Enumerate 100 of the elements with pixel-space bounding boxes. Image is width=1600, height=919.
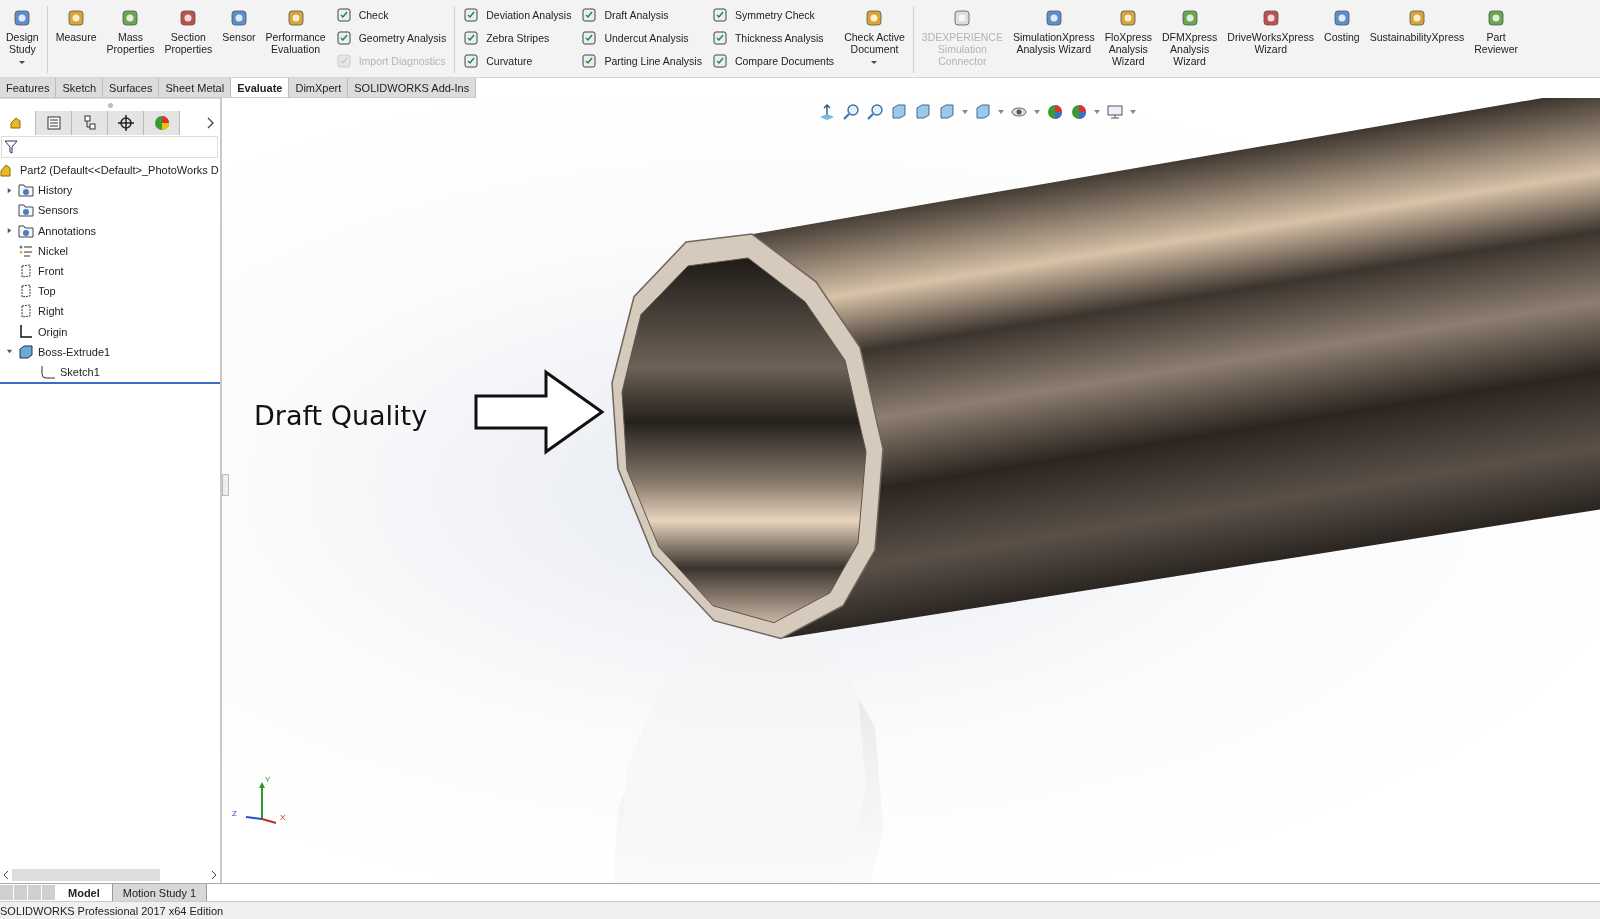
tool-icon xyxy=(1043,8,1064,28)
tree-item[interactable]: Nickel xyxy=(38,244,68,257)
model-tab[interactable]: Motion Study 1 xyxy=(112,884,208,901)
view-tool-icon xyxy=(938,103,956,121)
view-tool-button[interactable] xyxy=(1106,102,1136,122)
tree-item[interactable]: History xyxy=(38,184,73,197)
folder-icon xyxy=(18,182,34,199)
ribbon-button[interactable]: Measure xyxy=(51,2,101,45)
view-tool-button[interactable] xyxy=(1046,102,1064,122)
folder-icon xyxy=(18,202,34,219)
sketch-icon xyxy=(40,363,56,380)
view-tool-button[interactable] xyxy=(974,102,1004,122)
ribbon-button[interactable]: Part Reviewer xyxy=(1470,2,1522,57)
tool-icon xyxy=(711,53,728,69)
tool-icon xyxy=(1260,8,1281,28)
tree-item[interactable]: Origin xyxy=(38,325,68,338)
tool-icon xyxy=(1118,8,1139,28)
view-tool-icon xyxy=(974,103,992,121)
filter-field[interactable] xyxy=(1,136,218,158)
ribbon-button[interactable]: Costing xyxy=(1320,2,1364,45)
plane-icon xyxy=(18,303,34,320)
origin-icon xyxy=(18,323,34,340)
ribbon-button[interactable]: DriveWorksXpress Wizard xyxy=(1223,2,1319,57)
view-tool-icon xyxy=(842,103,860,121)
ribbon-button[interactable]: Compare Documents xyxy=(711,52,835,70)
view-tool-button[interactable] xyxy=(818,102,836,122)
view-tool-icon xyxy=(1046,103,1064,121)
tree-item[interactable]: Sketch1 xyxy=(60,365,100,378)
chevron-right-icon[interactable] xyxy=(206,117,214,129)
view-tool-button[interactable] xyxy=(938,102,968,122)
ribbon-button[interactable]: Check xyxy=(335,6,447,24)
ribbon-button[interactable]: Mass Properties xyxy=(102,2,159,57)
tool-icon xyxy=(178,8,199,28)
ribbon-button[interactable]: Draft Analysis xyxy=(581,6,702,24)
list-icon xyxy=(44,114,63,132)
tree-item[interactable]: Part2 (Default<<Default>_PhotoWorks D xyxy=(20,164,219,177)
plane-icon xyxy=(18,263,34,280)
ribbon-button[interactable]: SustainabilityXpress xyxy=(1365,2,1469,45)
ribbon-button[interactable]: FloXpress Analysis Wizard xyxy=(1100,2,1156,69)
tool-icon xyxy=(1179,8,1200,28)
tree-item[interactable]: Boss-Extrude1 xyxy=(38,345,111,358)
tree-item[interactable]: Top xyxy=(38,285,56,298)
view-tool-icon xyxy=(866,103,884,121)
plane-icon xyxy=(18,283,34,300)
caret-icon xyxy=(1034,110,1040,114)
axis-triad-drawing: Y Z X xyxy=(232,775,287,826)
tool-icon xyxy=(581,53,598,69)
ribbon-button[interactable]: DFMXpress Analysis Wizard xyxy=(1157,2,1222,69)
ribbon-button[interactable]: Performance Evaluation xyxy=(261,2,330,57)
tool-icon xyxy=(335,53,352,69)
ribbon-button[interactable]: Undercut Analysis xyxy=(581,29,702,47)
ribbon-button[interactable]: SimulationXpress Analysis Wizard xyxy=(1008,2,1099,57)
ribbon-button[interactable]: Thickness Analysis xyxy=(711,29,835,47)
caret-icon xyxy=(18,60,27,65)
annotation-text: Draft Quality xyxy=(254,400,428,431)
tree-item[interactable]: Right xyxy=(38,305,64,318)
tool-icon xyxy=(581,30,598,46)
expand-icon[interactable] xyxy=(5,186,13,194)
tool-icon xyxy=(711,30,728,46)
tool-icon xyxy=(335,7,352,23)
command-tab[interactable]: Evaluate xyxy=(231,78,290,97)
ribbon-button[interactable]: Zebra Stripes xyxy=(463,29,572,47)
ribbon-button[interactable]: Geometry Analysis xyxy=(335,29,447,47)
ribbon-button[interactable]: Symmetry Check xyxy=(711,6,835,24)
expand-icon[interactable] xyxy=(5,227,13,235)
scroll-left-icon[interactable] xyxy=(3,870,9,880)
tool-icon xyxy=(335,30,352,46)
tree-item[interactable]: Annotations xyxy=(38,224,97,237)
view-tool-icon xyxy=(1106,103,1124,121)
tool-icon xyxy=(463,30,480,46)
panel-sash-handle[interactable] xyxy=(222,474,229,496)
tool-icon xyxy=(711,7,728,23)
tree-item[interactable]: Sensors xyxy=(38,204,79,217)
extrude-icon xyxy=(18,343,34,360)
collapse-icon[interactable] xyxy=(5,348,13,356)
color-wheel-icon xyxy=(152,114,171,132)
ribbon-button[interactable]: Check Active Document xyxy=(840,2,909,67)
tool-icon xyxy=(1331,8,1352,28)
grip-icon[interactable] xyxy=(107,102,113,108)
tool-icon xyxy=(581,7,598,23)
ribbon-button[interactable]: Deviation Analysis xyxy=(463,6,572,24)
view-tool-button[interactable] xyxy=(842,102,860,122)
tree-item[interactable]: Front xyxy=(38,265,64,278)
ribbon-button[interactable]: Section Properties xyxy=(160,2,217,57)
tool-icon xyxy=(952,8,973,28)
tool-icon xyxy=(12,8,33,28)
ribbon-button[interactable]: Design Study xyxy=(2,2,43,67)
tool-icon xyxy=(120,8,141,28)
view-tool-icon xyxy=(890,103,908,121)
view-tool-button[interactable] xyxy=(890,102,908,122)
view-tool-button[interactable] xyxy=(914,102,932,122)
view-tool-button[interactable] xyxy=(866,102,884,122)
panel-tab[interactable] xyxy=(108,111,144,135)
ribbon-button[interactable]: Parting Line Analysis xyxy=(581,52,702,70)
scroll-right-icon[interactable] xyxy=(211,870,217,880)
tool-icon xyxy=(1406,8,1427,28)
folder-icon xyxy=(18,222,34,239)
ribbon-button[interactable]: Curvature xyxy=(463,52,572,70)
ribbon-button[interactable]: Sensor xyxy=(218,2,260,45)
view-tool-button[interactable] xyxy=(1070,102,1100,122)
